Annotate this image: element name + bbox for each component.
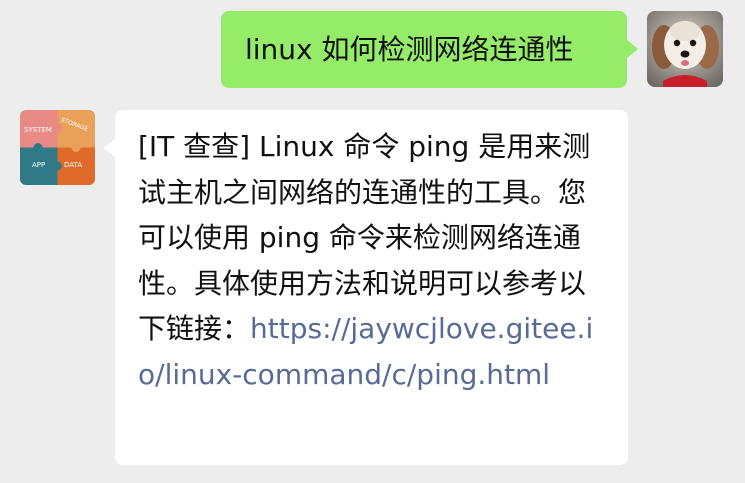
user-avatar[interactable] (647, 11, 723, 87)
outgoing-message-bubble[interactable]: linux 如何检测网络连通性 (221, 11, 638, 88)
avatar-label-system: SYSTEM (24, 126, 52, 134)
incoming-message-row: SYSTEM STORAGE APP DATA [IT 查查] Linux 命令… (20, 110, 628, 465)
avatar-label-app: APP (32, 161, 45, 169)
incoming-message-bubble[interactable]: [IT 查查] Linux 命令 ping 是用来测试主机之间网络的连通性的工具… (104, 110, 628, 465)
outgoing-message-text: linux 如何检测网络连通性 (245, 32, 574, 66)
it-chacha-avatar[interactable]: SYSTEM STORAGE APP DATA (20, 110, 95, 185)
chat-window: linux 如何检测网络连通性 SYSTEM STORAGE APP DATA … (0, 0, 745, 483)
it-chacha-logo-icon: SYSTEM STORAGE APP DATA (20, 110, 95, 185)
avatar-label-data: DATA (64, 161, 82, 169)
outgoing-message-row: linux 如何检测网络连通性 (221, 11, 723, 88)
dog-avatar-icon (647, 11, 723, 87)
